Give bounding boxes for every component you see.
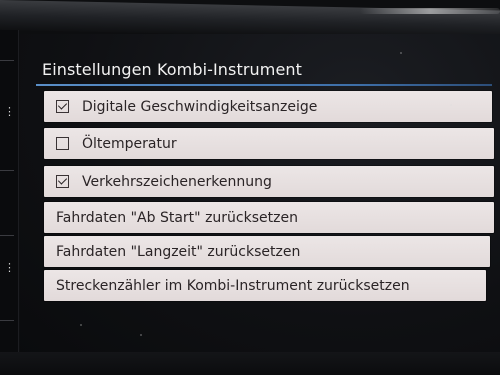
checkbox-unchecked-icon[interactable] <box>56 137 69 150</box>
menu-item-traffic-sign-recognition[interactable]: Verkehrszeichenerkennung <box>44 166 494 197</box>
page-title: Einstellungen Kombi-Instrument <box>42 60 303 79</box>
side-menu-icon[interactable]: ⋮ <box>4 106 15 117</box>
checkbox-checked-icon[interactable] <box>56 100 69 113</box>
screen-dust <box>450 104 452 106</box>
checkbox-checked-icon[interactable] <box>56 175 69 188</box>
menu-item-reset-trip-since-start[interactable]: Fahrdaten "Ab Start" zurücksetzen <box>44 202 494 233</box>
side-divider <box>0 60 14 61</box>
menu-item-oil-temperature[interactable]: Öltemperatur <box>44 128 494 159</box>
menu-item-label: Fahrdaten "Langzeit" zurücksetzen <box>56 243 301 260</box>
menu-item-label: Fahrdaten "Ab Start" zurücksetzen <box>56 209 298 226</box>
screen-dust <box>400 52 402 54</box>
title-underline <box>36 84 492 86</box>
menu-item-reset-long-term-trip[interactable]: Fahrdaten "Langzeit" zurücksetzen <box>44 236 490 267</box>
menu-item-label: Streckenzähler im Kombi-Instrument zurüc… <box>56 277 410 294</box>
display-bottom-edge <box>0 352 500 375</box>
side-divider <box>0 170 14 171</box>
menu-item-reset-trip-odometer[interactable]: Streckenzähler im Kombi-Instrument zurüc… <box>44 270 486 301</box>
side-divider <box>0 320 14 321</box>
side-divider <box>0 235 14 236</box>
menu-item-digital-speed[interactable]: Digitale Geschwindigkeitsanzeige <box>44 91 492 122</box>
side-menu-strip: ⋮ ⋮ <box>0 30 19 360</box>
menu-item-label: Verkehrszeichenerkennung <box>82 173 272 190</box>
screen-dust <box>140 334 142 336</box>
menu-item-label: Öltemperatur <box>82 135 177 152</box>
screen-dust <box>490 194 492 196</box>
screen-dust <box>80 324 82 326</box>
display-frame: ⋮ ⋮ Einstellungen Kombi-Instrument Digit… <box>0 0 500 375</box>
side-menu-icon[interactable]: ⋮ <box>4 262 15 273</box>
bezel-reflection <box>360 8 500 14</box>
settings-screen: Einstellungen Kombi-Instrument Digitale … <box>20 34 500 360</box>
menu-item-label: Digitale Geschwindigkeitsanzeige <box>82 98 318 115</box>
